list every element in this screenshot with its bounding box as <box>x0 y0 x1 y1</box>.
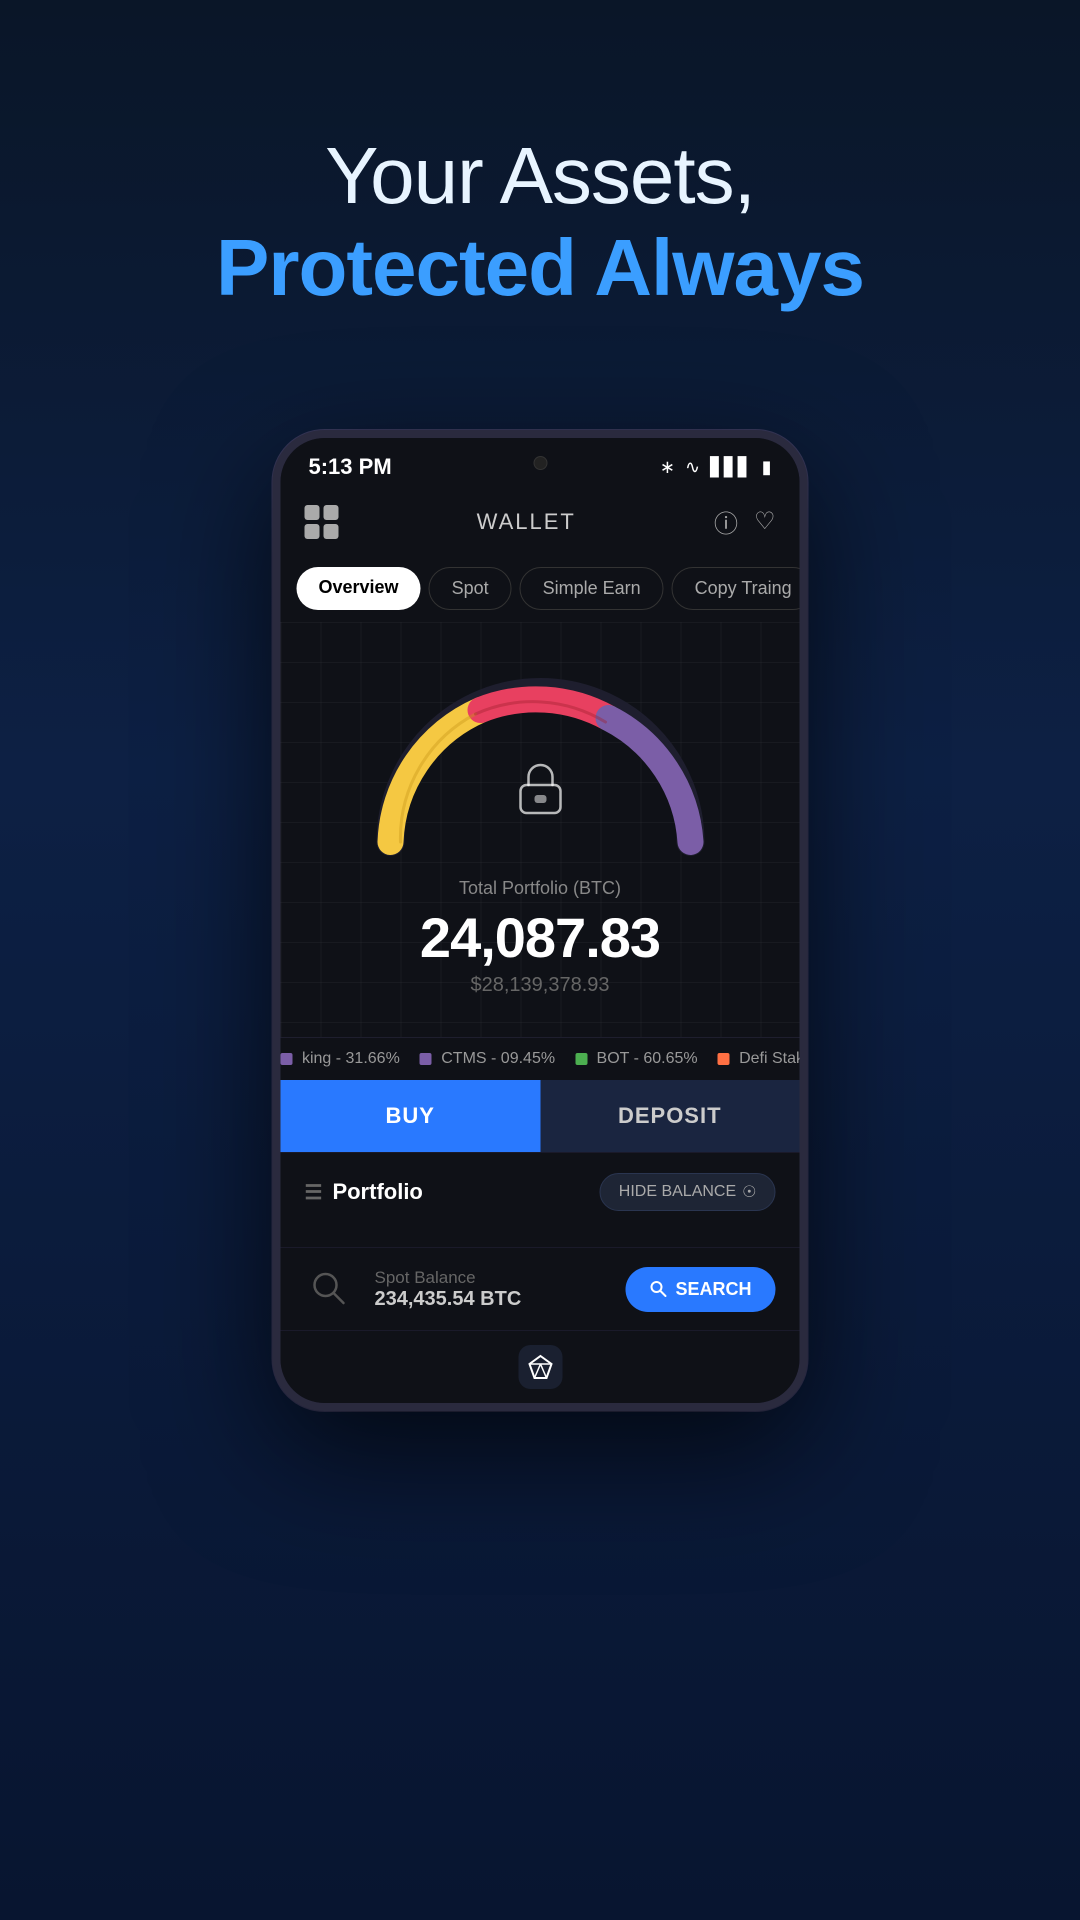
portfolio-value: 24,087.83 <box>420 905 660 970</box>
tab-spot[interactable]: Spot <box>429 567 512 610</box>
ticker-dot-1 <box>281 1053 293 1065</box>
ticker-item-1: king - 31.66% <box>281 1050 400 1068</box>
grid-menu-icon[interactable] <box>305 505 339 539</box>
action-buttons: BUY DEPOSIT <box>281 1080 800 1152</box>
ticker-item-3: BOT - 60.65% <box>575 1050 698 1068</box>
app-header: WALLET ⓘ ♡ <box>281 488 800 555</box>
camera-dot <box>533 456 547 470</box>
portfolio-usd: $28,139,378.93 <box>470 974 609 997</box>
portfolio-title-text: Portfolio <box>332 1179 422 1205</box>
bell-icon[interactable]: ♡ <box>754 507 776 536</box>
deposit-button[interactable]: DEPOSIT <box>540 1080 800 1152</box>
ticker-bar: king - 31.66% CTMS - 09.45% BOT - 60.65%… <box>281 1037 800 1080</box>
phone-mockup: 5:13 PM ∗ ∿ ▋▋▋ ▮ WALLET ⓘ ♡ <box>273 430 808 1411</box>
lock-icon-container <box>510 757 570 822</box>
bottom-tab-bar <box>281 1330 800 1403</box>
ticker-item-2: CTMS - 09.45% <box>420 1050 555 1068</box>
bluetooth-icon: ∗ <box>660 457 675 478</box>
status-icons: ∗ ∿ ▋▋▋ ▮ <box>660 457 772 478</box>
search-button[interactable]: SEARCH <box>625 1267 775 1312</box>
wifi-icon: ∿ <box>685 457 700 478</box>
hero-line1: Your Assets, <box>0 130 1080 222</box>
chart-area: Total Portfolio (BTC) 24,087.83 $28,139,… <box>281 622 800 1037</box>
lock-icon <box>510 757 570 817</box>
tab-overview[interactable]: Overview <box>297 567 421 610</box>
portfolio-section: ☰ Portfolio HIDE BALANCE ☉ <box>281 1152 800 1247</box>
buy-button[interactable]: BUY <box>281 1080 541 1152</box>
ticker-content: king - 31.66% CTMS - 09.45% BOT - 60.65%… <box>281 1050 800 1068</box>
ticker-dot-4 <box>718 1053 730 1065</box>
menu-icon: ☰ <box>305 1180 323 1205</box>
search-icon <box>649 1280 667 1298</box>
ticker-item-4: Defi Staking - <box>718 1050 800 1068</box>
diamond-icon[interactable] <box>518 1345 562 1389</box>
signal-icon: ▋▋▋ <box>710 457 752 478</box>
phone-frame: 5:13 PM ∗ ∿ ▋▋▋ ▮ WALLET ⓘ ♡ <box>273 430 808 1411</box>
status-time: 5:13 PM <box>309 454 392 480</box>
bottom-row: Spot Balance 234,435.54 BTC SEARCH <box>281 1247 800 1330</box>
ticker-dot-3 <box>575 1053 587 1065</box>
gauge-container: Total Portfolio (BTC) 24,087.83 $28,139,… <box>301 652 780 1017</box>
spot-value: 234,435.54 BTC <box>375 1288 606 1311</box>
tabs-container: Overview Spot Simple Earn Copy Traing <box>281 555 800 622</box>
search-circle-icon[interactable] <box>305 1264 355 1314</box>
wallet-title: WALLET <box>477 509 576 535</box>
spot-balance-section: Spot Balance 234,435.54 BTC <box>375 1268 606 1311</box>
hero-section: Your Assets, Protected Always <box>0 0 1080 374</box>
portfolio-header: ☰ Portfolio HIDE BALANCE ☉ <box>305 1173 776 1211</box>
spot-label: Spot Balance <box>375 1268 606 1288</box>
tab-simple-earn[interactable]: Simple Earn <box>520 567 664 610</box>
hero-line2: Protected Always <box>0 222 1080 314</box>
header-actions: ⓘ ♡ <box>714 504 776 539</box>
eye-icon: ☉ <box>742 1182 756 1202</box>
help-icon[interactable]: ⓘ <box>714 504 738 539</box>
tab-copy-traing[interactable]: Copy Traing <box>672 567 800 610</box>
battery-icon: ▮ <box>762 457 772 478</box>
portfolio-title-group: ☰ Portfolio <box>305 1179 423 1205</box>
ticker-dot-2 <box>420 1053 432 1065</box>
portfolio-label: Total Portfolio (BTC) <box>459 878 621 899</box>
hide-balance-button[interactable]: HIDE BALANCE ☉ <box>600 1173 776 1211</box>
